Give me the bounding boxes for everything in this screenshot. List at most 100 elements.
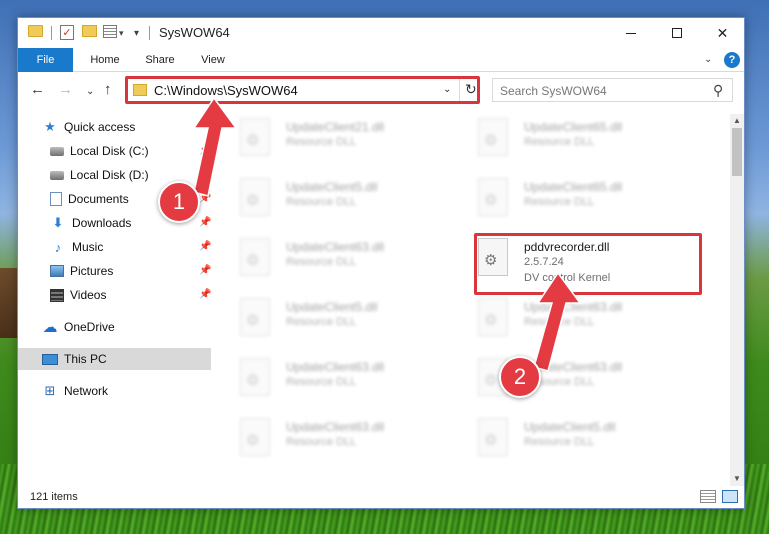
scroll-down-icon[interactable]: ▼ bbox=[733, 474, 741, 483]
tab-home[interactable]: Home bbox=[76, 48, 134, 72]
search-placeholder: Search SysWOW64 bbox=[500, 84, 607, 98]
file-name: UpdateClient65.dll bbox=[524, 120, 623, 134]
sidebar-item-label: Downloads bbox=[72, 216, 132, 230]
maximize-button[interactable] bbox=[654, 18, 699, 48]
toolbar-divider bbox=[51, 26, 52, 40]
file-item[interactable]: UpdateClient21.dll Resource DLL bbox=[218, 114, 446, 168]
item-count: 121 items bbox=[30, 491, 78, 503]
search-input[interactable]: Search SysWOW64 ⚲ bbox=[492, 78, 733, 102]
details-view-icon[interactable] bbox=[700, 490, 716, 503]
file-name: UpdateClient65.dll bbox=[524, 180, 623, 194]
sidebar-item-label: Local Disk (C:) bbox=[70, 144, 149, 158]
file-item[interactable]: UpdateClient65.dll Resource DLL bbox=[456, 114, 684, 168]
sidebar-item-label: OneDrive bbox=[64, 320, 115, 334]
file-type: Resource DLL bbox=[286, 196, 357, 208]
tab-share[interactable]: Share bbox=[136, 48, 184, 72]
title-bar: ✓ ▾ ▾ SysWOW64 ✕ bbox=[18, 18, 744, 48]
file-item[interactable]: UpdateClient63.dll Resource DLL bbox=[218, 354, 446, 408]
window-title: SysWOW64 bbox=[159, 25, 230, 40]
dll-file-icon bbox=[240, 298, 270, 336]
pin-icon[interactable]: 📌 bbox=[199, 289, 211, 300]
minimize-button[interactable] bbox=[608, 18, 653, 48]
minimize-icon bbox=[625, 32, 636, 34]
dll-file-icon bbox=[240, 358, 270, 396]
sidebar-item-pictures[interactable]: Pictures bbox=[50, 260, 113, 282]
file-name: UpdateClient21.dll bbox=[286, 120, 385, 134]
download-icon: ⬇ bbox=[52, 215, 64, 230]
file-item[interactable]: UpdateClient5.dll Resource DLL bbox=[218, 174, 446, 228]
sidebar-item-documents[interactable]: Documents bbox=[50, 188, 129, 210]
ribbon-tabs: File Home Share View ⌄ ? bbox=[18, 48, 744, 72]
file-type: Resource DLL bbox=[286, 316, 357, 328]
file-type: Resource DLL bbox=[286, 436, 357, 448]
file-type: Resource DLL bbox=[286, 256, 357, 268]
sidebar-item-local-disk-d[interactable]: Local Disk (D:) bbox=[50, 164, 149, 186]
vertical-scrollbar[interactable]: ▲ ▼ bbox=[730, 114, 744, 486]
file-name: UpdateClient63.dll bbox=[286, 240, 385, 254]
sidebar-item-label: Music bbox=[72, 240, 104, 254]
dll-file-icon bbox=[478, 298, 508, 336]
sidebar-item-quick-access[interactable]: ★ Quick access bbox=[42, 116, 135, 138]
cloud-icon: ☁ bbox=[42, 319, 58, 336]
file-name: UpdateClient63.dll bbox=[286, 360, 385, 374]
file-type: Resource DLL bbox=[286, 136, 357, 148]
sidebar-item-onedrive[interactable]: ☁ OneDrive bbox=[42, 316, 115, 338]
pin-icon[interactable]: 📌 bbox=[199, 265, 211, 276]
properties-checkmark-icon[interactable]: ✓ bbox=[60, 25, 74, 40]
file-name: UpdateClient63.dll bbox=[286, 420, 385, 434]
file-type: Resource DLL bbox=[524, 196, 595, 208]
file-type: Resource DLL bbox=[286, 376, 357, 388]
status-bar: 121 items bbox=[18, 486, 744, 508]
file-name: UpdateClient5.dll bbox=[524, 420, 616, 434]
close-button[interactable]: ✕ bbox=[700, 18, 745, 48]
star-icon: ★ bbox=[44, 119, 56, 134]
large-icons-view-icon[interactable] bbox=[722, 490, 738, 503]
pictures-icon bbox=[50, 265, 64, 277]
dll-file-icon bbox=[478, 178, 508, 216]
sidebar-item-downloads[interactable]: ⬇ Downloads bbox=[50, 212, 132, 234]
maximize-icon bbox=[671, 28, 682, 38]
tab-view[interactable]: View bbox=[190, 48, 236, 72]
new-folder-icon[interactable] bbox=[82, 25, 97, 37]
file-item[interactable]: UpdateClient63.dll Resource DLL bbox=[218, 234, 446, 288]
computer-icon bbox=[42, 353, 58, 365]
network-icon: ⊞ bbox=[44, 383, 56, 398]
sidebar-item-local-disk-c[interactable]: Local Disk (C:) bbox=[50, 140, 149, 162]
sidebar-item-network[interactable]: ⊞ Network bbox=[42, 380, 108, 402]
sidebar-item-this-pc[interactable]: This PC bbox=[18, 348, 211, 370]
file-item[interactable]: UpdateClient63.dll Resource DLL bbox=[218, 414, 446, 468]
wallpaper-barn bbox=[0, 268, 18, 338]
close-icon: ✕ bbox=[716, 24, 729, 41]
sidebar-item-videos[interactable]: Videos bbox=[50, 284, 106, 306]
drive-icon bbox=[50, 170, 64, 180]
sidebar-item-music[interactable]: ♪ Music bbox=[50, 236, 104, 258]
tab-file[interactable]: File bbox=[18, 48, 73, 72]
quick-access-dropdown-icon[interactable]: ▾ bbox=[119, 25, 124, 41]
file-type: Resource DLL bbox=[524, 136, 595, 148]
sidebar-item-label: Videos bbox=[70, 288, 107, 302]
sidebar-item-label: Local Disk (D:) bbox=[70, 168, 149, 182]
file-item[interactable]: UpdateClient5.dll Resource DLL bbox=[218, 294, 446, 348]
pin-icon[interactable]: 📌 bbox=[199, 241, 211, 252]
file-item[interactable]: UpdateClient5.dll Resource DLL bbox=[456, 414, 684, 468]
sidebar-item-label: Pictures bbox=[70, 264, 114, 278]
scroll-up-icon[interactable]: ▲ bbox=[733, 116, 741, 125]
expand-ribbon-icon[interactable]: ⌄ bbox=[704, 54, 712, 65]
file-item[interactable]: UpdateClient65.dll Resource DLL bbox=[456, 174, 684, 228]
dll-file-icon bbox=[478, 118, 508, 156]
drive-icon bbox=[50, 146, 64, 156]
file-name: UpdateClient5.dll bbox=[286, 180, 378, 194]
search-icon[interactable]: ⚲ bbox=[713, 82, 723, 99]
scrollbar-thumb[interactable] bbox=[732, 128, 742, 176]
back-arrow-icon[interactable]: ← bbox=[30, 82, 45, 98]
recent-locations-icon[interactable]: ⌄ bbox=[86, 84, 94, 100]
properties-icon[interactable] bbox=[103, 25, 117, 38]
file-list: UpdateClient21.dll Resource DLL UpdateCl… bbox=[218, 114, 730, 486]
pin-icon[interactable]: 📌 bbox=[199, 217, 211, 228]
customize-toolbar-icon[interactable]: ▾ bbox=[134, 25, 139, 41]
dll-file-icon bbox=[240, 418, 270, 456]
sidebar-item-label: Network bbox=[64, 384, 109, 398]
up-arrow-icon[interactable]: ↑ bbox=[104, 82, 112, 98]
help-icon[interactable]: ? bbox=[724, 52, 740, 68]
forward-arrow-icon[interactable]: → bbox=[58, 82, 73, 98]
